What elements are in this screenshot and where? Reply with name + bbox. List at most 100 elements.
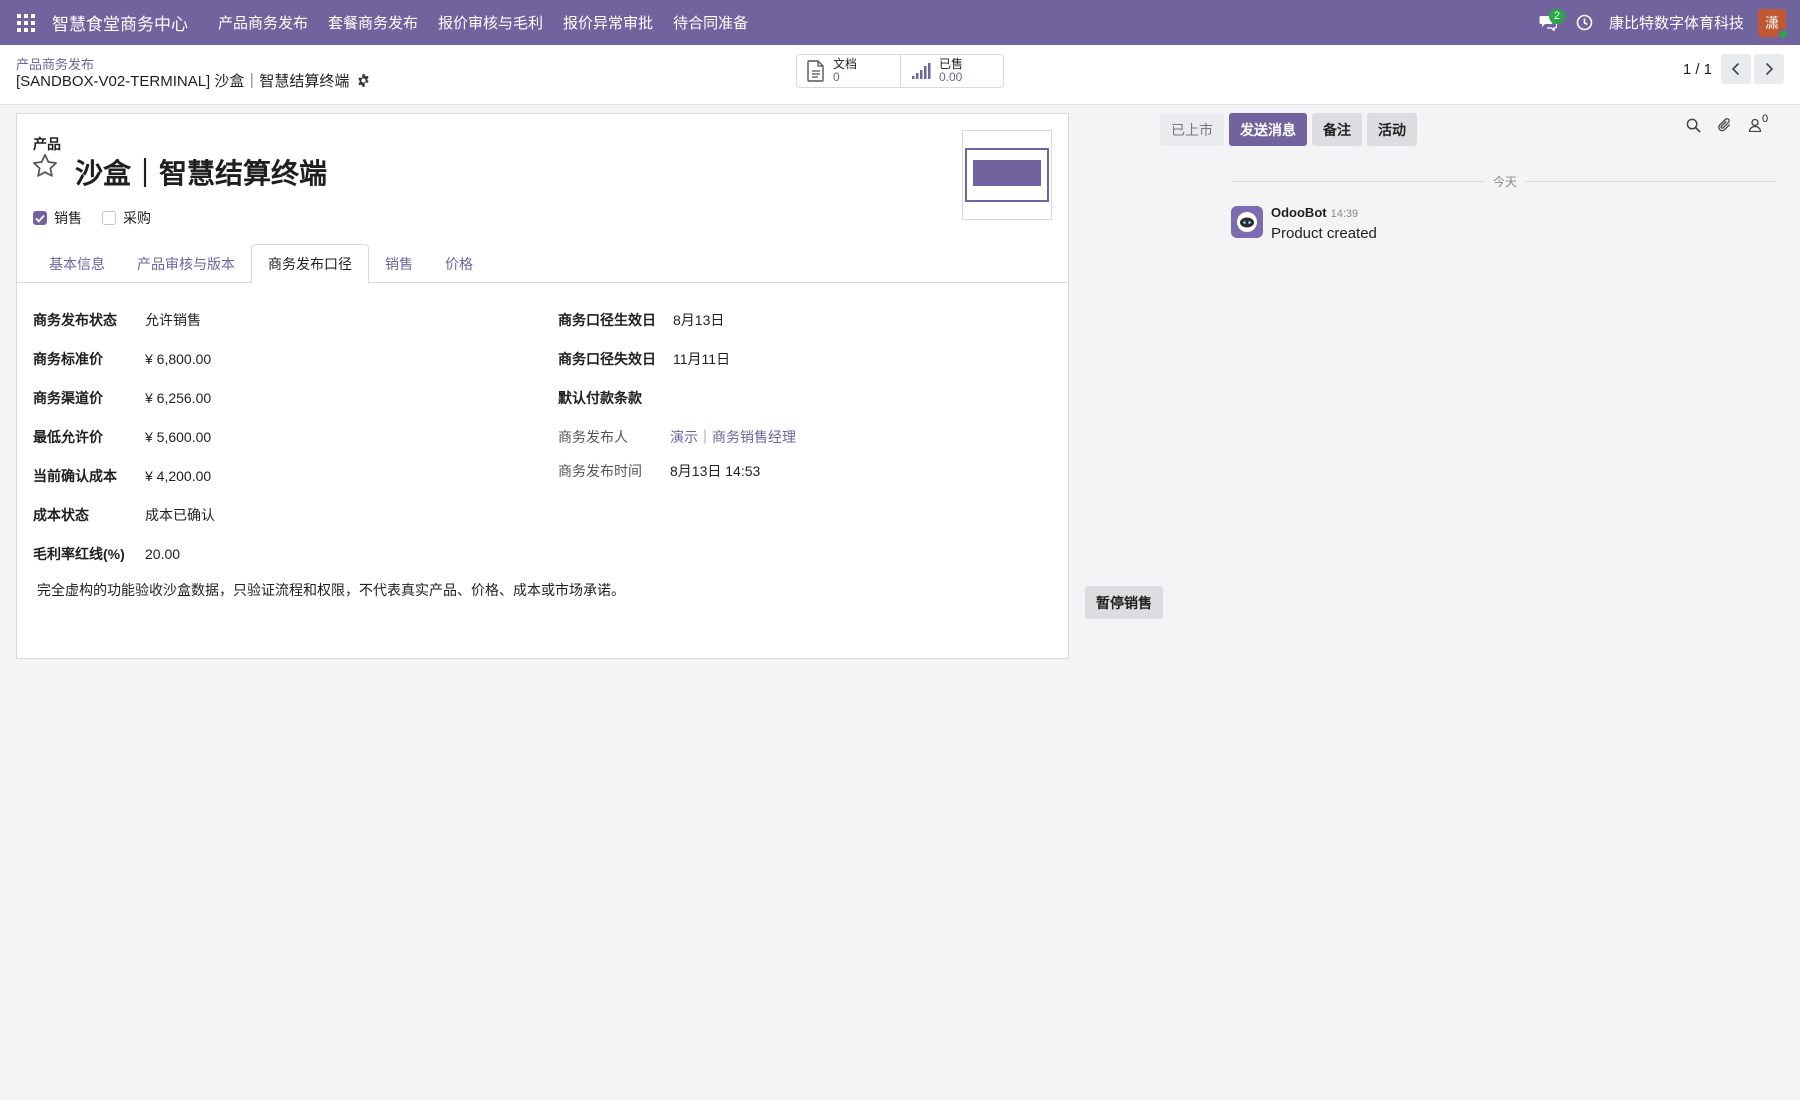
breadcrumb-current: [SANDBOX-V02-TERMINAL] 沙盒｜智慧结算终端 — [16, 70, 370, 91]
sold-value: 0.00 — [939, 70, 963, 84]
messaging-button[interactable]: 2 — [1531, 0, 1565, 45]
field-margin-redline: 毛利率红线(%) 20.00 — [33, 534, 533, 573]
message-time: 14:39 — [1330, 208, 1359, 220]
checkbox-checked[interactable] — [33, 211, 47, 225]
field-value[interactable]: 20.00 — [145, 546, 180, 562]
can-be-sold-label: 销售 — [54, 210, 82, 226]
sold-smart-button[interactable]: 已售 0.00 — [900, 55, 1003, 87]
field-label: 当前确认成本 — [33, 467, 117, 484]
field-value[interactable]: ¥ 6,256.00 — [145, 390, 211, 406]
menu-package-publish[interactable]: 套餐商务发布 — [318, 0, 428, 45]
can-be-sold-checkbox[interactable]: 销售 — [33, 208, 82, 228]
menu-quote-exception[interactable]: 报价异常审批 — [553, 0, 663, 45]
tab-pricing[interactable]: 价格 — [429, 244, 489, 283]
apps-menu-icon[interactable] — [0, 0, 52, 45]
pause-sale-button[interactable]: 暂停销售 — [1085, 586, 1163, 619]
message-body: Product created — [1271, 225, 1377, 242]
tab-sales[interactable]: 销售 — [369, 244, 429, 283]
document-icon — [807, 60, 824, 82]
field-publish-status: 商务发布状态 允许销售 — [33, 300, 533, 339]
field-label: 成本状态 — [33, 506, 89, 523]
activity-button[interactable]: 活动 — [1367, 113, 1417, 146]
field-expiry-date: 商务口径失效日 11月11日 — [558, 339, 1058, 378]
tab-commercial-publish[interactable]: 商务发布口径 — [251, 244, 369, 284]
product-flags: 销售 采购 — [33, 208, 151, 228]
app-brand[interactable]: 智慧食堂商务中心 — [52, 10, 188, 35]
field-label: 最低允许价 — [33, 428, 103, 445]
thumbnail-screen — [973, 160, 1041, 186]
can-be-purchased-label: 采购 — [123, 210, 151, 226]
send-message-button[interactable]: 发送消息 — [1229, 113, 1307, 146]
field-value[interactable]: 允许销售 — [145, 310, 201, 330]
field-value[interactable]: 11月11日 — [673, 349, 730, 369]
field-label: 商务标准价 — [33, 350, 103, 367]
fields-right-group: 商务口径生效日 8月13日 商务口径失效日 11月11日 默认付款条款 商务发布… — [558, 300, 1058, 486]
log-note-button[interactable]: 备注 — [1312, 113, 1362, 146]
tab-review-version[interactable]: 产品审核与版本 — [121, 244, 251, 283]
field-label: 商务发布时间 — [558, 463, 642, 479]
field-confirmed-cost: 当前确认成本 ¥ 4,200.00 — [33, 456, 533, 495]
fields-left-group: 商务发布状态 允许销售 商务标准价 ¥ 6,800.00 商务渠道价 ¥ 6,2… — [33, 300, 533, 573]
sandbox-disclaimer: 完全虚构的功能验收沙盒数据，只验证流程和权限，不代表真实产品、价格、成本或市场承… — [37, 582, 625, 598]
chatter-topbar: 已上市 发送消息 备注 活动 — [1160, 113, 1417, 146]
status-published-button[interactable]: 已上市 — [1160, 113, 1224, 146]
pager-next-button[interactable] — [1754, 54, 1784, 84]
field-value[interactable]: ¥ 4,200.00 — [145, 468, 211, 484]
form-tabs: 基本信息 产品审核与版本 商务发布口径 销售 价格 — [17, 244, 1068, 284]
field-value[interactable]: 8月13日 — [673, 310, 724, 330]
smart-buttons: 文档 0 已售 0.00 — [796, 54, 1004, 88]
clock-icon — [1577, 14, 1593, 31]
message-author: OdooBot 14:39 — [1271, 205, 1358, 220]
product-name[interactable]: 沙盒｜智慧结算终端 — [75, 152, 327, 192]
message-count-badge: 2 — [1548, 9, 1565, 24]
field-cost-status: 成本状态 成本已确认 — [33, 495, 533, 534]
field-value[interactable]: ¥ 5,600.00 — [145, 429, 211, 445]
documents-count: 0 — [833, 70, 840, 84]
field-value[interactable]: 成本已确认 — [145, 505, 215, 525]
user-avatar-initial: 潇 — [1765, 14, 1779, 31]
record-title: [SANDBOX-V02-TERMINAL] 沙盒｜智慧结算终端 — [16, 73, 350, 90]
user-icon — [1748, 118, 1762, 132]
form-sheet: 产品 沙盒｜智慧结算终端 销售 采购 基本信息 产品审核与版本 商务发布口径 销… — [16, 113, 1069, 659]
date-divider-label: 今天 — [1485, 173, 1526, 190]
publisher-link[interactable]: 演示｜商务销售经理 — [670, 427, 796, 447]
can-be-purchased-checkbox[interactable]: 采购 — [102, 208, 151, 228]
field-label: 商务发布状态 — [33, 311, 117, 328]
record-pager: 1 / 1 — [1683, 54, 1784, 84]
field-min-price: 最低允许价 ¥ 5,600.00 — [33, 417, 533, 456]
robot-icon — [1237, 212, 1257, 232]
pager-value[interactable]: 1 / 1 — [1683, 61, 1712, 78]
menu-contract-prep[interactable]: 待合同准备 — [663, 0, 758, 45]
top-navbar: 智慧食堂商务中心 产品商务发布 套餐商务发布 报价审核与毛利 报价异常审批 待合… — [0, 0, 1800, 45]
checkbox-unchecked[interactable] — [102, 211, 116, 225]
favorite-star-icon[interactable] — [31, 152, 59, 180]
field-channel-price: 商务渠道价 ¥ 6,256.00 — [33, 378, 533, 417]
paperclip-icon[interactable] — [1717, 117, 1732, 133]
pager-previous-button[interactable] — [1721, 54, 1751, 84]
field-payment-terms: 默认付款条款 — [558, 378, 1058, 417]
chevron-right-icon — [1765, 62, 1774, 76]
odoobot-avatar[interactable] — [1231, 206, 1263, 238]
product-thumbnail — [965, 148, 1049, 202]
tab-general-info[interactable]: 基本信息 — [33, 244, 121, 283]
user-avatar[interactable]: 潇 — [1758, 8, 1789, 40]
field-value[interactable]: ¥ 6,800.00 — [145, 351, 211, 367]
field-standard-price: 商务标准价 ¥ 6,800.00 — [33, 339, 533, 378]
followers-button[interactable]: 0 — [1748, 113, 1768, 132]
bar-chart-icon — [912, 63, 931, 79]
product-image[interactable] — [962, 130, 1052, 220]
menu-product-publish[interactable]: 产品商务发布 — [208, 0, 318, 45]
chevron-left-icon — [1731, 62, 1740, 76]
field-label: 商务发布人 — [558, 428, 628, 445]
control-panel: 产品商务发布 [SANDBOX-V02-TERMINAL] 沙盒｜智慧结算终端 … — [0, 45, 1800, 105]
menu-quote-review[interactable]: 报价审核与毛利 — [428, 0, 553, 45]
activity-button[interactable] — [1565, 0, 1605, 45]
company-switcher[interactable]: 康比特数字体育科技 — [1605, 12, 1758, 33]
gear-icon[interactable] — [357, 74, 370, 87]
field-label: 商务口径生效日 — [558, 311, 656, 328]
chatter-tools: 0 — [1686, 113, 1768, 133]
author-name[interactable]: OdooBot — [1271, 205, 1327, 220]
search-icon[interactable] — [1686, 118, 1701, 133]
documents-smart-button[interactable]: 文档 0 — [797, 55, 900, 87]
followers-count: 0 — [1762, 113, 1769, 125]
